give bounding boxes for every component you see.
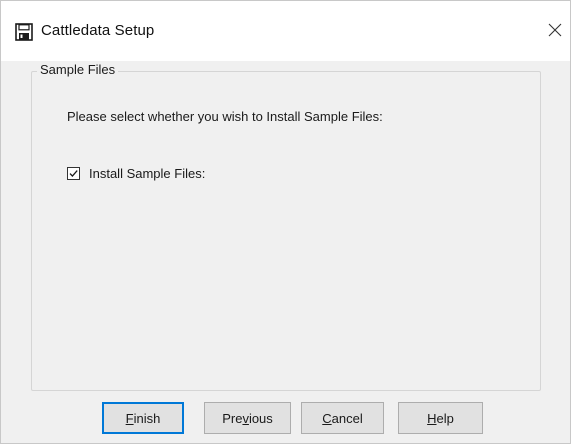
checkmark-icon bbox=[69, 170, 78, 177]
help-accesskey: H bbox=[427, 410, 437, 426]
finish-label-rest: inish bbox=[133, 410, 161, 426]
checkbox-label: Install Sample Files: bbox=[89, 166, 206, 181]
finish-accesskey: F bbox=[125, 410, 134, 426]
cancel-label-rest: ancel bbox=[331, 410, 363, 426]
cancel-accesskey: C bbox=[322, 410, 332, 426]
help-button[interactable]: Help bbox=[398, 402, 483, 434]
groupbox-legend: Sample Files bbox=[37, 62, 119, 77]
finish-button[interactable]: Finish bbox=[102, 402, 184, 434]
close-button[interactable] bbox=[541, 15, 569, 47]
previous-label-before: Pre bbox=[222, 410, 243, 426]
previous-button[interactable]: Pre v ious bbox=[204, 402, 291, 434]
title-bar: Cattledata Setup bbox=[1, 1, 570, 61]
setup-dialog: Cattledata Setup Sample Files Please sel… bbox=[0, 0, 571, 444]
help-label-rest: elp bbox=[436, 410, 454, 426]
cancel-button[interactable]: Cancel bbox=[301, 402, 384, 434]
floppy-disk-icon bbox=[15, 23, 33, 41]
previous-label-after: ious bbox=[248, 410, 273, 426]
close-icon bbox=[548, 23, 562, 40]
window-title: Cattledata Setup bbox=[41, 22, 155, 39]
checkbox-box[interactable] bbox=[67, 167, 80, 180]
install-sample-files-checkbox[interactable]: Install Sample Files: bbox=[67, 166, 205, 181]
instruction-text: Please select whether you wish to Instal… bbox=[67, 109, 383, 124]
